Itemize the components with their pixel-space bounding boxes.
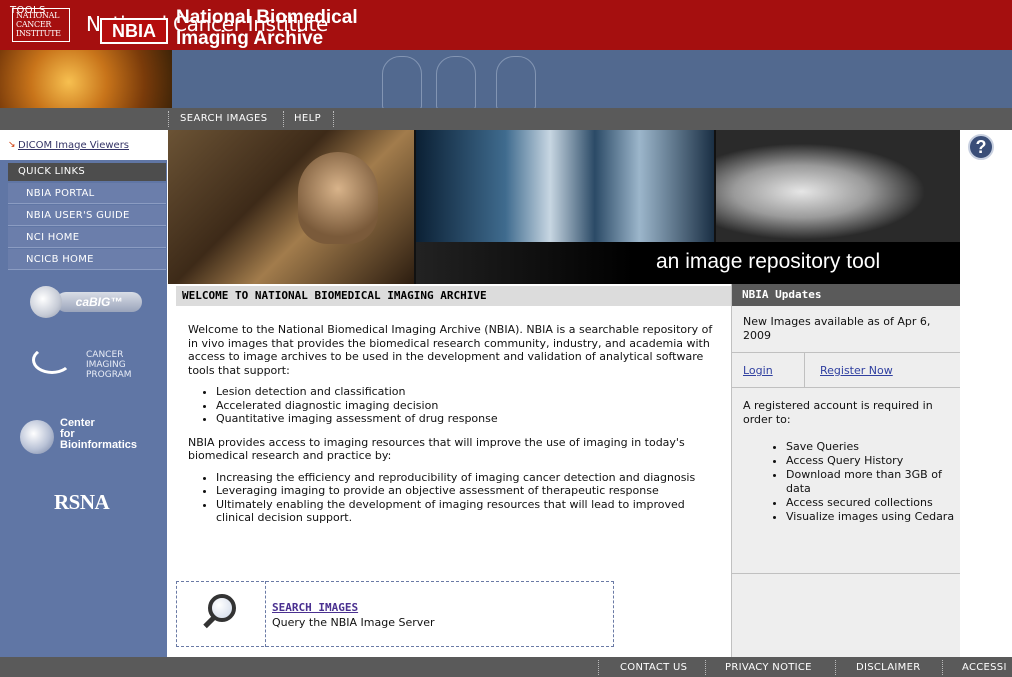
cabig-logo-text: caBIG™ <box>56 292 142 312</box>
list-item: Ultimately enabling the development of i… <box>216 498 724 525</box>
cip-logo-icon[interactable] <box>32 346 72 374</box>
list-item: Access Query History <box>786 454 955 468</box>
divider <box>732 573 960 574</box>
cabig-globe-icon <box>30 286 62 318</box>
list-item: Lesion detection and classification <box>216 385 724 399</box>
footer-divider <box>835 660 836 675</box>
hero-collage: an image repository tool <box>168 130 960 284</box>
updates-news: New Images available as of Apr 6, 2009 <box>743 315 931 342</box>
login-link[interactable]: Login <box>743 364 773 377</box>
footer-divider <box>598 660 599 675</box>
register-now-link[interactable]: Register Now <box>820 364 893 377</box>
welcome-list-2: Increasing the efficiency and reproducib… <box>188 471 724 525</box>
cip-logo-text[interactable]: CANCER IMAGING PROGRAM <box>86 350 132 380</box>
account-required-text: A registered account is required in orde… <box>743 399 933 426</box>
welcome-intro: Welcome to the National Biomedical Imagi… <box>188 323 713 377</box>
search-box-divider <box>265 581 266 647</box>
nbia-title-line2: Imaging Archive <box>176 28 324 49</box>
magnifier-icon[interactable] <box>208 594 236 622</box>
quick-links-header: QUICK LINKS <box>8 163 166 181</box>
search-images-description: Query the NBIA Image Server <box>272 616 435 629</box>
hero-tagline: an image repository tool <box>656 250 881 273</box>
divider <box>732 352 960 353</box>
footer-contact-us[interactable]: CONTACT US <box>620 662 687 673</box>
hero-photo-monitors <box>416 130 714 242</box>
rsna-logo[interactable]: RSNA <box>54 490 110 515</box>
dicom-viewers-link[interactable]: DICOM Image Viewers <box>18 140 129 151</box>
updates-heading: NBIA Updates <box>732 284 960 306</box>
divider <box>732 387 960 388</box>
quick-link-ncicb-home[interactable]: NCICB HOME <box>8 249 166 270</box>
main-nav-bar <box>0 108 1012 130</box>
list-item: Access secured collections <box>786 496 955 510</box>
cabig-logo[interactable]: caBIG™ <box>30 286 142 318</box>
account-benefits-list: Save Queries Access Query History Downlo… <box>750 440 955 524</box>
nbia-banner <box>0 50 1012 108</box>
tools-panel: ↘ DICOM Image Viewers <box>0 130 167 160</box>
list-item: Quantitative imaging assessment of drug … <box>216 412 724 426</box>
footer-divider <box>942 660 943 675</box>
banner-figure-graphic <box>436 56 476 108</box>
nav-divider <box>168 111 169 127</box>
quick-link-nci-home[interactable]: NCI HOME <box>8 227 166 248</box>
right-gutter <box>960 130 1012 657</box>
help-icon[interactable]: ? <box>968 134 994 160</box>
footer-divider <box>705 660 706 675</box>
list-item: Save Queries <box>786 440 955 454</box>
banner-artwork <box>0 50 172 108</box>
list-item: Leveraging imaging to provide an objecti… <box>216 484 724 498</box>
quick-link-nbia-portal[interactable]: NBIA PORTAL <box>8 183 166 204</box>
divider <box>804 352 805 387</box>
footer-accessibility[interactable]: ACCESSI <box>962 662 1007 673</box>
nav-search-images[interactable]: SEARCH IMAGES <box>180 113 268 124</box>
list-item: Visualize images using Cedara <box>786 510 955 524</box>
nav-divider <box>283 111 284 127</box>
search-images-link[interactable]: SEARCH IMAGES <box>272 601 358 614</box>
list-item: Increasing the efficiency and reproducib… <box>216 471 724 485</box>
welcome-para-2: NBIA provides access to imaging resource… <box>188 435 685 463</box>
search-images-box <box>176 581 614 647</box>
banner-figure-graphic <box>382 56 422 108</box>
hero-photo-xray <box>716 130 960 242</box>
nav-help[interactable]: HELP <box>294 113 321 124</box>
cbiit-globe-icon[interactable] <box>20 420 54 454</box>
quick-link-users-guide[interactable]: NBIA USER'S GUIDE <box>8 205 166 226</box>
welcome-heading: WELCOME TO NATIONAL BIOMEDICAL IMAGING A… <box>176 286 731 306</box>
tools-label: TOOLS <box>10 5 46 16</box>
banner-figure-graphic <box>496 56 536 108</box>
nbia-title[interactable]: National Biomedical Imaging Archive <box>176 7 358 49</box>
nbia-title-line1: National Biomedical <box>176 7 358 28</box>
arrow-icon: ↘ <box>8 140 16 150</box>
footer-privacy-notice[interactable]: PRIVACY NOTICE <box>725 662 812 673</box>
cbiit-logo-text[interactable]: Center for Bioinformatics <box>60 418 137 451</box>
footer-disclaimer[interactable]: DISCLAIMER <box>856 662 920 673</box>
list-item: Download more than 3GB of data <box>786 468 955 496</box>
nav-divider <box>333 111 334 127</box>
list-item: Accelerated diagnostic imaging decision <box>216 399 724 413</box>
hero-photo-face <box>298 152 378 244</box>
welcome-body: Welcome to the National Biomedical Imagi… <box>188 323 724 535</box>
nbia-badge[interactable]: NBIA <box>100 18 168 44</box>
welcome-list-1: Lesion detection and classification Acce… <box>188 385 724 426</box>
